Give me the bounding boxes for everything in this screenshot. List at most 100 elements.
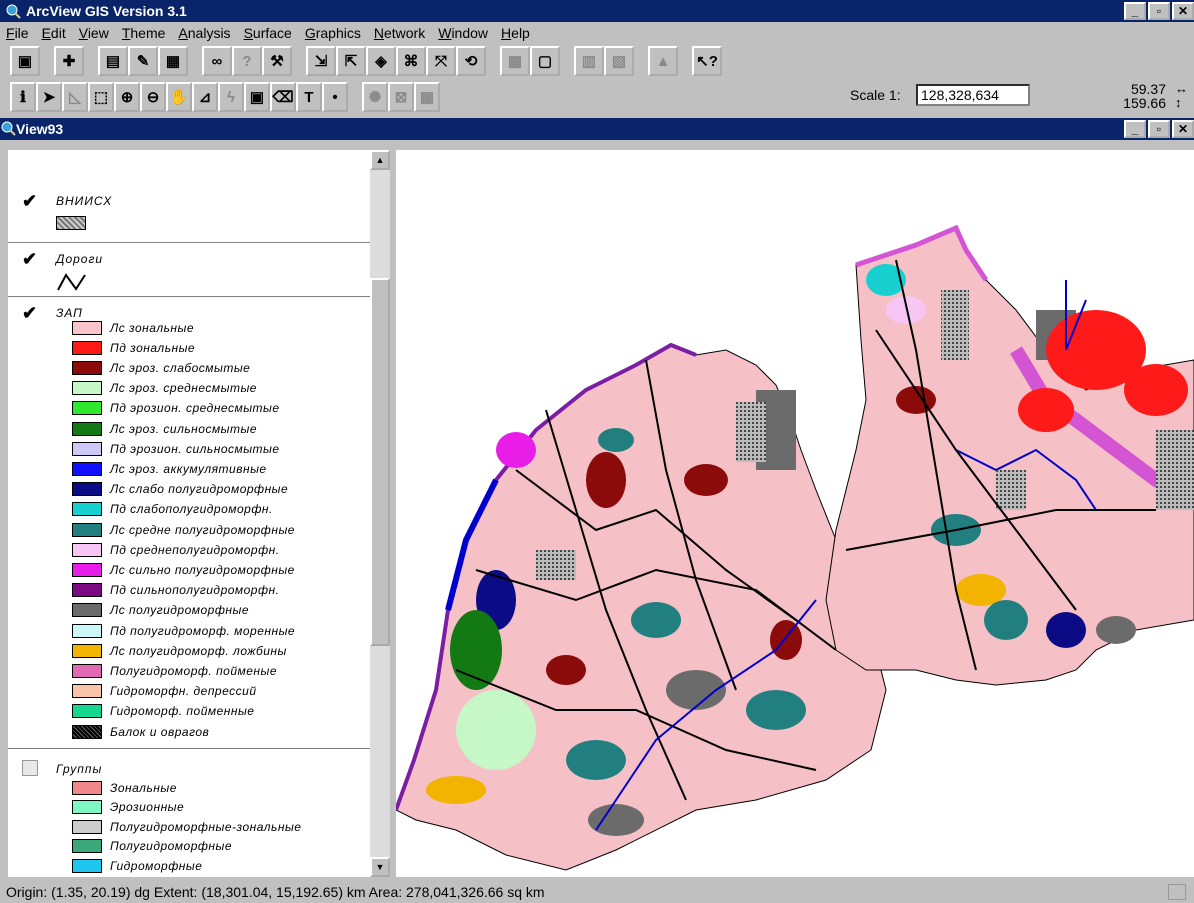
legend-item[interactable]: Пд среднеполугидроморфн. — [72, 540, 280, 559]
theme-visibility-checkbox[interactable]: ✔ — [22, 304, 40, 322]
legend-item[interactable]: Полугидроморфные — [72, 837, 232, 856]
menu-graphics[interactable]: Graphics — [305, 25, 361, 41]
legend-item[interactable]: Пд зональные — [72, 338, 195, 357]
legend-item[interactable]: Гидроморфные — [72, 856, 202, 875]
hotlink-tool[interactable]: ϟ — [218, 82, 244, 112]
legend-swatch — [72, 643, 102, 658]
zoom-out-tool[interactable]: ⊖ — [140, 82, 166, 112]
text-tool[interactable]: T — [296, 82, 322, 112]
area-of-interest-tool[interactable]: ▣ — [244, 82, 270, 112]
table-of-contents: ✔ ВНИИСХ ✔ Дороги ✔ ЗАП Лс зональные Пд з… — [8, 150, 390, 877]
legend-item[interactable]: Балок и оврагов — [72, 722, 209, 741]
legend-item[interactable]: Гидроморф. пойменные — [72, 702, 254, 721]
clear-selection-button[interactable]: ⇱ — [336, 46, 366, 76]
scroll-thumb[interactable] — [370, 278, 390, 646]
network-tool[interactable]: ⊠ — [388, 82, 414, 112]
query-builder-button[interactable]: ? — [232, 46, 262, 76]
minimize-button[interactable]: _ — [1124, 2, 1146, 20]
help-button[interactable]: ↖? — [692, 46, 722, 76]
menu-window[interactable]: Window — [438, 25, 488, 41]
legend-item[interactable]: Лс средне полугидроморфные — [72, 520, 295, 539]
identify-tool[interactable]: ℹ — [10, 82, 36, 112]
legend-item[interactable]: Пд эрозион. сильносмытые — [72, 439, 280, 458]
chart-properties-button[interactable]: ▧ — [604, 46, 634, 76]
legend-item[interactable]: Пд сильнополугидроморфн. — [72, 581, 279, 600]
theme-visibility-checkbox[interactable] — [22, 760, 38, 776]
surface-button[interactable]: ▲ — [648, 46, 678, 76]
find-button[interactable]: ∞ — [202, 46, 232, 76]
zoom-previous-button[interactable]: ⟲ — [456, 46, 486, 76]
legend-item[interactable]: Полугидроморф. пойменые — [72, 661, 277, 680]
zoom-to-active-themes-button[interactable]: ⌘ — [396, 46, 426, 76]
restore-button[interactable]: ▫ — [1148, 2, 1170, 20]
legend-item[interactable]: Гидроморфн. депрессий — [72, 682, 257, 701]
layout-frame-button[interactable]: ▢ — [530, 46, 560, 76]
theme-visibility-checkbox[interactable]: ✔ — [22, 192, 40, 210]
theme-visibility-checkbox[interactable]: ✔ — [22, 250, 40, 268]
zoom-out-icon: ⊖ — [146, 89, 160, 106]
label-tool[interactable]: ⌫ — [270, 82, 296, 112]
select-feature-tool[interactable]: ⬚ — [88, 82, 114, 112]
theme-name: Группы — [56, 762, 103, 776]
legend-item[interactable]: Лс эроз. слабосмытые — [72, 358, 250, 377]
edit-legend-button[interactable]: ✎ — [128, 46, 158, 76]
view-minimize-button[interactable]: _ — [1124, 120, 1146, 138]
toc-scrollbar[interactable]: ▲ ▼ — [370, 150, 390, 877]
snap-tool[interactable]: ✺ — [362, 82, 388, 112]
save-project-button[interactable]: ▣ — [10, 46, 40, 76]
legend-item[interactable]: Лс сильно полугидроморфные — [72, 560, 295, 579]
legend-label: Гидроморф. пойменные — [110, 704, 255, 719]
menu-analysis[interactable]: Analysis — [178, 25, 230, 41]
legend-swatch — [72, 684, 102, 699]
draw-point-tool[interactable]: • — [322, 82, 348, 112]
legend-item[interactable]: Полугидроморфные-зональные — [72, 817, 301, 836]
legend-item[interactable]: Лс эроз. среднесмытые — [72, 379, 257, 398]
menu-surface[interactable]: Surface — [244, 25, 292, 41]
legend-item[interactable]: Лс эроз. сильносмытые — [72, 419, 257, 438]
menu-view[interactable]: View — [79, 25, 109, 41]
legend-item[interactable]: Пд эрозион. среднесмытые — [72, 399, 280, 418]
menu-network[interactable]: Network — [374, 25, 425, 41]
measure-tool[interactable]: ⊿ — [192, 82, 218, 112]
map-display[interactable] — [396, 150, 1194, 877]
menu-help[interactable]: Help — [501, 25, 530, 41]
select-features-button[interactable]: ⇲ — [306, 46, 336, 76]
pointer-tool[interactable]: ➤ — [36, 82, 62, 112]
view-close-button[interactable]: ✕ — [1172, 120, 1194, 138]
locate-address-button[interactable]: ⚒ — [262, 46, 292, 76]
scale-input[interactable]: 128,328,634 — [916, 84, 1030, 106]
scroll-up-button[interactable]: ▲ — [370, 150, 390, 170]
create-chart-button[interactable]: ▥ — [574, 46, 604, 76]
map-canvas[interactable] — [396, 150, 1194, 877]
zoom-to-full-extent-button[interactable]: ◈ — [366, 46, 396, 76]
legend-item[interactable]: Пд слабополугидроморфн. — [72, 500, 273, 519]
menu-theme[interactable]: Theme — [122, 25, 166, 41]
vertex-edit-tool[interactable]: ◺ — [62, 82, 88, 112]
theme-properties-button[interactable]: ▤ — [98, 46, 128, 76]
legend-item[interactable]: Лс эроз. аккумулятивные — [72, 459, 267, 478]
hammer-icon: ⚒ — [270, 53, 284, 70]
select-box-icon: ⬚ — [93, 89, 109, 106]
legend-item[interactable]: Лс зональные — [72, 318, 194, 337]
open-table-button[interactable]: ▦ — [158, 46, 188, 76]
view-restore-button[interactable]: ▫ — [1148, 120, 1170, 138]
legend-item[interactable]: Пд полугидроморф. моренные — [72, 621, 295, 640]
legend-item[interactable]: Лс полугидроморфные — [72, 601, 249, 620]
pan-tool[interactable]: ✋ — [166, 82, 192, 112]
zoom-to-selected-button[interactable]: ⤧ — [426, 46, 456, 76]
close-button[interactable]: ✕ — [1172, 2, 1194, 20]
legend-item[interactable]: Лс слабо полугидроморфные — [72, 480, 288, 499]
scroll-down-button[interactable]: ▼ — [370, 857, 390, 877]
create-layout-button[interactable]: ▩ — [500, 46, 530, 76]
zoom-in-tool[interactable]: ⊕ — [114, 82, 140, 112]
legend-item[interactable]: Эрозионные — [72, 798, 184, 817]
info-icon: ℹ — [20, 89, 26, 106]
menu-edit[interactable]: Edit — [42, 25, 66, 41]
legend-item[interactable]: Зональные — [72, 778, 177, 797]
surface-icon: ▲ — [655, 52, 671, 70]
add-theme-button[interactable]: ✚ — [54, 46, 84, 76]
resize-grip-icon[interactable] — [1168, 884, 1186, 900]
surface-tool[interactable]: ▦ — [414, 82, 440, 112]
menu-file[interactable]: File — [6, 25, 29, 41]
legend-item[interactable]: Лс полугидроморф. ложбины — [72, 641, 287, 660]
